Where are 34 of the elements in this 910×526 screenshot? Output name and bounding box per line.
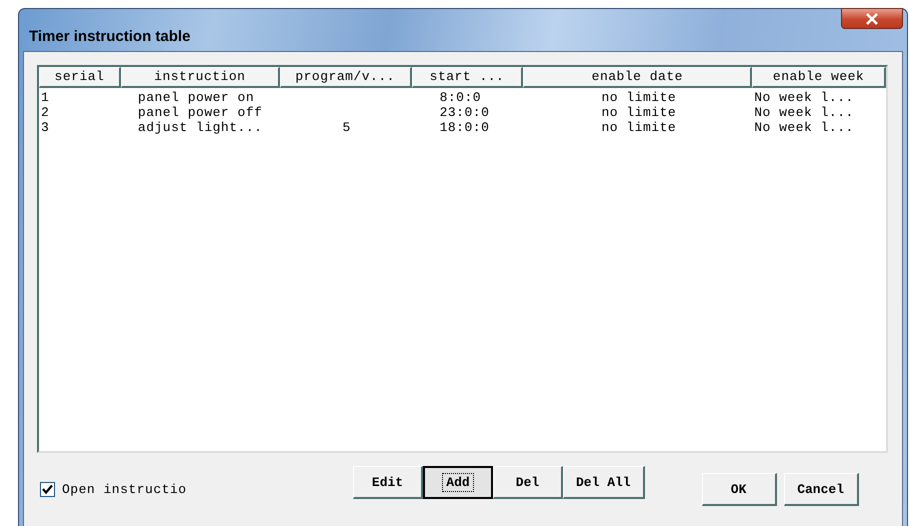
table-cell: adjust light... [138,120,262,135]
table-cell: no limite [601,105,676,120]
window-title: Timer instruction table [29,28,190,45]
table-cell: 2 [41,105,50,120]
table-cell: 18:0:0 [440,120,490,135]
column-header[interactable]: instruction [120,67,280,88]
table-cell: No week l... [754,105,854,120]
table-cell: 5 [342,120,351,135]
action-button[interactable]: Del All [563,466,645,499]
table-cell: panel power off [138,105,262,120]
column-header[interactable]: enable week [752,67,886,88]
table-cell: no limite [601,90,676,105]
table-cell: 1 [41,90,50,105]
column-header[interactable]: start ... [412,67,524,88]
dialog-button[interactable]: Cancel [784,473,859,506]
action-button[interactable]: Add [423,466,493,499]
close-icon [865,12,879,24]
close-button[interactable] [841,8,903,29]
table-cell: 23:0:0 [440,105,490,120]
action-button[interactable]: Edit [353,466,423,499]
dialog-button[interactable]: OK [702,473,777,506]
table-cell: no limite [601,120,676,135]
open-checkbox[interactable]: Open instructio [40,482,353,497]
check-icon [42,484,53,495]
table-cell: panel power on [138,90,254,105]
table-cell: No week l... [754,90,854,105]
column-header[interactable]: serial [39,67,121,88]
action-button[interactable]: Del [493,466,563,499]
table-cell: 3 [41,120,50,135]
table-cell: 8:0:0 [440,90,482,105]
column-header[interactable]: program/v... [280,67,412,88]
column-header[interactable]: enable date [523,67,752,88]
checkbox[interactable] [40,482,55,497]
table-cell: No week l... [754,120,854,135]
